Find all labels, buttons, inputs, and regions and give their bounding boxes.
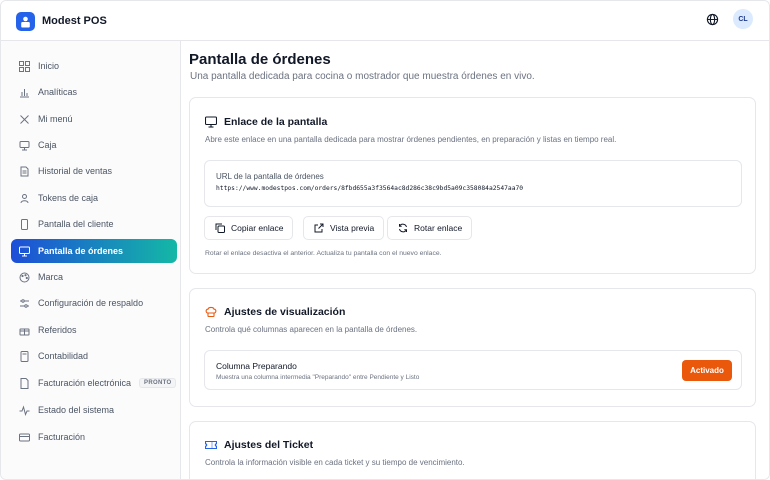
sidebar-item-label: Pantalla de órdenes <box>38 246 124 256</box>
sidebar-item-estado-sistema[interactable]: Estado del sistema <box>11 398 177 422</box>
sidebar-item-label: Facturación <box>38 432 86 442</box>
avatar[interactable]: CL <box>733 9 753 29</box>
sidebar-item-historial[interactable]: Historial de ventas <box>11 159 177 183</box>
sidebar-item-inicio[interactable]: Inicio <box>11 54 177 78</box>
preparing-column-row: Columna Preparando Muestra una columna i… <box>204 350 742 390</box>
palette-icon <box>18 271 30 283</box>
sidebar-item-mi-menu[interactable]: Mi menú <box>11 107 177 131</box>
display-settings-title: Ajustes de visualización <box>204 305 345 318</box>
url-box: URL de la pantalla de órdenes https://ww… <box>204 160 742 207</box>
monitor-icon <box>18 245 30 257</box>
sidebar-item-caja[interactable]: Caja <box>11 133 177 157</box>
refresh-icon <box>397 223 408 234</box>
url-value[interactable]: https://www.modestpos.com/orders/8fbd655… <box>216 185 523 192</box>
app-logo[interactable] <box>16 12 35 31</box>
sidebar-item-label: Caja <box>38 140 57 150</box>
sidebar-item-label: Estado del sistema <box>38 405 115 415</box>
file-icon <box>18 377 30 389</box>
sidebar-item-label: Analíticas <box>38 87 78 97</box>
sidebar-item-facturacion[interactable]: Facturación <box>11 425 177 449</box>
gift-icon <box>18 324 30 336</box>
credit-card-icon <box>18 431 30 443</box>
sidebar-item-marca[interactable]: Marca <box>11 265 177 289</box>
sidebar-item-analiticas[interactable]: Analíticas <box>11 80 177 104</box>
sliders-icon <box>18 297 30 309</box>
sidebar-item-respaldo[interactable]: Configuración de respaldo <box>11 291 177 315</box>
activity-icon <box>18 404 30 416</box>
preparing-column-description: Muestra una columna intermedia "Preparan… <box>216 374 420 381</box>
sidebar-item-label: Facturación electrónica <box>38 378 132 388</box>
ticket-icon <box>204 438 217 451</box>
rotate-link-button[interactable]: Rotar enlace <box>387 216 473 240</box>
link-card-title: Enlace de la pantalla <box>204 115 327 128</box>
tablet-icon <box>18 218 30 230</box>
page-subtitle: Una pantalla dedicada para cocina o most… <box>190 71 535 82</box>
sidebar-item-label: Inicio <box>38 61 60 71</box>
register-icon <box>18 139 30 151</box>
grid-icon <box>18 60 30 72</box>
ticket-settings-card: Ajustes del Ticket Controla la informaci… <box>189 421 756 479</box>
sidebar-item-facturacion-electronica[interactable]: Facturación electrónica PRONTO <box>11 371 177 395</box>
display-settings-description: Controla qué columnas aparecen en la pan… <box>205 325 418 334</box>
page-title: Pantalla de órdenes <box>189 51 331 68</box>
link-card: Enlace de la pantalla Abre este enlace e… <box>189 97 756 274</box>
copy-icon <box>214 223 225 234</box>
sidebar-item-pantalla-cliente[interactable]: Pantalla del cliente <box>11 212 177 236</box>
copy-link-button[interactable]: Copiar enlace <box>204 216 294 240</box>
utensils-icon <box>18 113 30 125</box>
sidebar-item-label: Configuración de respaldo <box>38 298 144 308</box>
ticket-settings-title: Ajustes del Ticket <box>204 438 313 451</box>
history-icon <box>18 165 30 177</box>
preview-button[interactable]: Vista previa <box>303 216 385 240</box>
sidebar-item-label: Referidos <box>38 325 77 335</box>
preparing-column-title: Columna Preparando <box>216 361 297 371</box>
bar-chart-icon <box>18 86 30 98</box>
sidebar-item-label: Mi menú <box>38 114 73 124</box>
globe-icon[interactable] <box>705 12 719 26</box>
monitor-icon <box>204 115 217 128</box>
sidebar-item-referidos[interactable]: Referidos <box>11 318 177 342</box>
chef-hat-icon <box>204 305 217 318</box>
sidebar-item-label: Marca <box>38 272 64 282</box>
external-link-icon <box>313 223 324 234</box>
url-label: URL de la pantalla de órdenes <box>216 172 324 181</box>
rotate-note: Rotar el enlace desactiva el anterior. A… <box>205 250 442 257</box>
link-card-description: Abre este enlace en una pantalla dedicad… <box>205 135 617 144</box>
sidebar-item-contabilidad[interactable]: Contabilidad <box>11 344 177 368</box>
sidebar-item-label: Tokens de caja <box>38 193 99 203</box>
main-content: Pantalla de órdenes Una pantalla dedicad… <box>182 41 769 479</box>
preparing-column-toggle[interactable]: Activado <box>682 360 732 381</box>
sidebar-item-tokens[interactable]: Tokens de caja <box>11 186 177 210</box>
sidebar-item-label: Pantalla del cliente <box>38 219 114 229</box>
calculator-icon <box>18 350 30 362</box>
display-settings-card: Ajustes de visualización Controla qué co… <box>189 288 756 407</box>
app-window: Modest POS CL Inicio Analíticas Mi menú … <box>0 0 770 480</box>
user-logo-icon <box>21 16 30 27</box>
sidebar-item-label: Historial de ventas <box>38 166 113 176</box>
sidebar-item-label: Contabilidad <box>38 351 89 361</box>
token-icon <box>18 192 30 204</box>
app-title: Modest POS <box>42 15 107 27</box>
sidebar: Inicio Analíticas Mi menú Caja Historial… <box>1 41 181 479</box>
coming-soon-badge: PRONTO <box>139 378 177 388</box>
ticket-settings-description: Controla la información visible en cada … <box>205 458 465 467</box>
top-bar: Modest POS CL <box>1 1 769 41</box>
sidebar-item-pantalla-ordenes[interactable]: Pantalla de órdenes <box>11 239 177 263</box>
